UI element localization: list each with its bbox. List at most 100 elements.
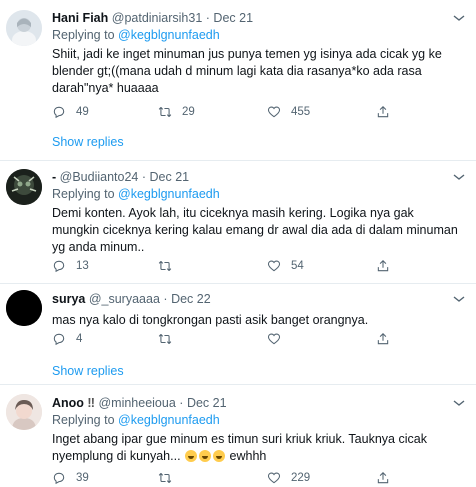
display-name[interactable]: Hani Fiah — [52, 11, 108, 25]
heart-icon — [267, 106, 281, 118]
heart-icon — [267, 260, 281, 272]
tweet[interactable]: - @Budiianto24 · Dec 21 Replying to @keg… — [0, 161, 476, 283]
reply-count: 4 — [76, 333, 83, 345]
reply-button[interactable]: 39 — [52, 469, 89, 487]
more-options-icon[interactable] — [452, 295, 466, 303]
share-icon — [377, 333, 389, 345]
reply-count: 13 — [76, 260, 89, 272]
retweet-count: 29 — [182, 106, 195, 118]
grin-emoji-icon — [213, 450, 226, 462]
display-name[interactable]: Anoo — [52, 396, 84, 410]
tweet[interactable]: Anoo ‼ @minheeioua · Dec 21 Replying to … — [0, 385, 476, 487]
user-handle[interactable]: @patdiniarsih31 — [112, 11, 203, 25]
reply-button[interactable]: 49 — [52, 103, 89, 121]
share-icon — [377, 106, 389, 118]
avatar[interactable] — [6, 394, 42, 430]
avatar-image — [6, 10, 42, 46]
separator-dot: · — [163, 292, 168, 306]
tweet-text-tail: ewhhh — [229, 449, 267, 463]
tweet-text: Demi konten. Ayok lah, itu ciceknya masi… — [52, 206, 458, 254]
reply-count: 49 — [76, 106, 89, 118]
more-options-icon[interactable] — [452, 14, 466, 22]
share-button[interactable] — [376, 257, 400, 275]
reply-icon — [53, 106, 65, 119]
display-name[interactable]: - — [52, 170, 56, 184]
heart-icon — [267, 472, 281, 484]
replying-to: Replying to @kegblgnunfaedh — [52, 186, 462, 202]
replying-to-label: Replying to — [52, 28, 115, 42]
grin-emoji-icon — [199, 450, 212, 462]
replying-to: Replying to @kegblgnunfaedh — [52, 412, 462, 428]
mention-link[interactable]: @kegblgnunfaedh — [118, 413, 220, 427]
retweet-icon — [158, 106, 172, 118]
tweet-actions: 39 229 — [52, 469, 462, 487]
avatar[interactable] — [6, 169, 42, 205]
tweet-header: Anoo ‼ @minheeioua · Dec 21 — [52, 395, 462, 411]
reply-button[interactable]: 4 — [52, 330, 82, 348]
tweet-date[interactable]: Dec 21 — [187, 396, 227, 410]
replying-to: Replying to @kegblgnunfaedh — [52, 27, 462, 43]
tweet-header: - @Budiianto24 · Dec 21 — [52, 169, 462, 185]
tweet-text-block: Inget abang ipar gue minum es timun suri… — [52, 431, 462, 465]
tweet-date[interactable]: Dec 21 — [150, 170, 190, 184]
tweet-date[interactable]: Dec 22 — [171, 292, 211, 306]
separator-dot: · — [179, 396, 184, 410]
separator-dot: · — [141, 170, 147, 184]
share-icon — [377, 472, 389, 484]
share-icon — [377, 260, 389, 272]
more-options-icon[interactable] — [452, 173, 466, 181]
tweet[interactable]: surya @_suryaaaa · Dec 22 mas nya kalo d… — [0, 284, 476, 384]
share-button[interactable] — [376, 103, 400, 121]
like-count: 54 — [291, 260, 304, 272]
avatar[interactable] — [6, 10, 42, 46]
mention-link[interactable]: @kegblgnunfaedh — [118, 28, 220, 42]
like-button[interactable]: 455 — [267, 103, 310, 121]
retweet-button[interactable] — [158, 257, 182, 275]
retweet-icon — [158, 472, 172, 484]
retweet-icon — [158, 333, 172, 345]
tweet-header: surya @_suryaaaa · Dec 22 — [52, 291, 462, 307]
like-count: 229 — [291, 472, 311, 484]
tweet-date[interactable]: Dec 21 — [213, 11, 253, 25]
grin-emoji-icon — [185, 450, 198, 462]
avatar-image — [6, 394, 42, 430]
share-button[interactable] — [376, 469, 400, 487]
avatar-image — [6, 290, 42, 326]
tweet-text: Shiit, jadi ke inget minuman jus punya t… — [52, 47, 442, 95]
avatar-image — [6, 169, 42, 205]
heart-icon — [267, 333, 281, 345]
reply-icon — [53, 472, 65, 485]
user-handle[interactable]: @Budiianto24 — [60, 170, 139, 184]
retweet-button[interactable] — [158, 330, 182, 348]
reply-icon — [53, 260, 65, 273]
like-button[interactable]: 229 — [267, 469, 310, 487]
share-button[interactable] — [376, 330, 400, 348]
tweet-actions: 49 29 455 — [52, 103, 462, 121]
replying-to-label: Replying to — [52, 187, 115, 201]
retweet-button[interactable] — [158, 469, 182, 487]
reply-count: 39 — [76, 472, 89, 484]
user-handle[interactable]: @_suryaaaa — [89, 292, 160, 306]
like-count: 455 — [291, 106, 311, 118]
tweet[interactable]: Hani Fiah @patdiniarsih31 · Dec 21 Reply… — [0, 0, 476, 160]
mention-link[interactable]: @kegblgnunfaedh — [118, 187, 220, 201]
replying-to-label: Replying to — [52, 413, 115, 427]
tweet-actions: 4 — [52, 330, 462, 348]
show-replies-link[interactable]: Show replies — [52, 364, 124, 378]
more-options-icon[interactable] — [452, 399, 466, 407]
like-button[interactable] — [267, 330, 291, 348]
reply-icon — [53, 333, 65, 346]
like-button[interactable]: 54 — [267, 257, 304, 275]
display-name[interactable]: surya — [52, 292, 85, 306]
show-replies-link[interactable]: Show replies — [52, 135, 124, 149]
name-emoji: ‼ — [87, 396, 95, 410]
reply-button[interactable]: 13 — [52, 257, 89, 275]
tweet-header: Hani Fiah @patdiniarsih31 · Dec 21 — [52, 10, 462, 26]
separator-dot: · — [205, 11, 210, 25]
retweet-icon — [158, 260, 172, 272]
retweet-button[interactable]: 29 — [158, 103, 195, 121]
avatar[interactable] — [6, 290, 42, 326]
tweet-text: mas nya kalo di tongkrongan pasti asik b… — [52, 313, 369, 327]
user-handle[interactable]: @minheeioua — [98, 396, 175, 410]
tweet-actions: 13 54 — [52, 257, 462, 275]
